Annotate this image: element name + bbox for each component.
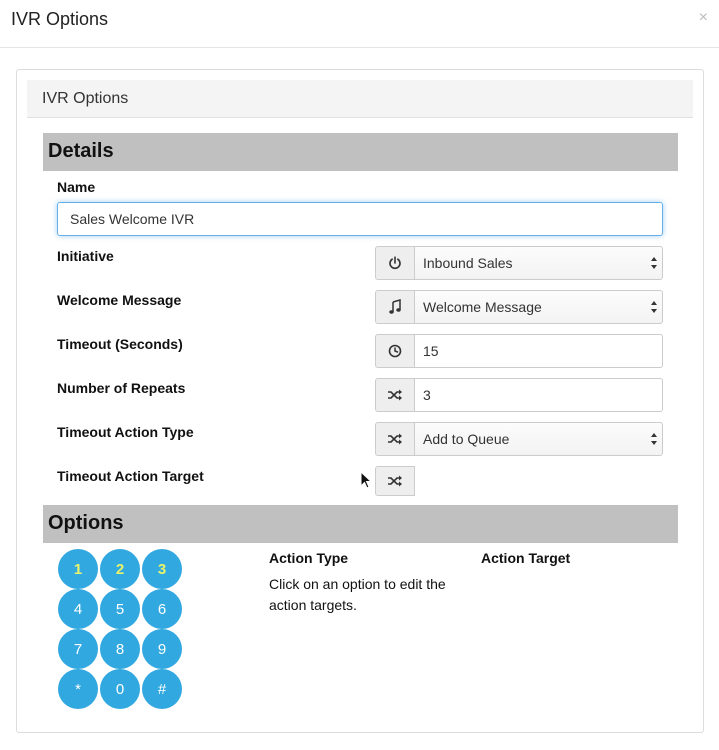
repeats-value: 3 <box>423 387 431 403</box>
modal-header: IVR Options × <box>0 0 719 48</box>
options-title: Options <box>48 512 124 534</box>
name-label: Name <box>57 179 96 195</box>
shuffle-icon <box>388 475 402 487</box>
action-type-addon <box>375 422 415 456</box>
keypad-key-4[interactable]: 4 <box>58 589 98 629</box>
welcome-addon <box>375 290 415 324</box>
keypad-key-star[interactable]: * <box>58 669 98 709</box>
timeout-action-type-value: Add to Queue <box>423 431 510 447</box>
repeats-label: Number of Repeats <box>57 380 186 396</box>
panel-heading: IVR Options <box>27 80 693 118</box>
initiative-value: Inbound Sales <box>423 255 513 271</box>
timeout-input[interactable]: 15 <box>414 334 663 368</box>
timeout-value: 15 <box>423 343 439 359</box>
music-note-icon <box>389 299 401 314</box>
keypad-key-9[interactable]: 9 <box>142 629 182 669</box>
timeout-action-type-label: Timeout Action Type <box>57 424 194 440</box>
action-target-header: Action Target <box>481 550 571 566</box>
select-arrows-icon <box>651 433 657 445</box>
ivr-keypad: 1 2 3 4 5 6 7 8 9 * 0 # <box>57 549 183 709</box>
timeout-addon <box>375 334 415 368</box>
welcome-message-select[interactable]: Welcome Message <box>414 290 663 324</box>
keypad-key-7[interactable]: 7 <box>58 629 98 669</box>
repeats-input[interactable]: 3 <box>414 378 663 412</box>
keypad-key-1[interactable]: 1 <box>58 549 98 589</box>
keypad-key-8[interactable]: 8 <box>100 629 140 669</box>
initiative-select[interactable]: Inbound Sales <box>414 246 663 280</box>
keypad-key-0[interactable]: 0 <box>100 669 140 709</box>
action-type-header: Action Type <box>269 550 349 566</box>
initiative-label: Initiative <box>57 248 114 264</box>
details-section-header: Details <box>43 133 678 171</box>
shuffle-icon <box>388 433 402 445</box>
keypad-key-3[interactable]: 3 <box>142 549 182 589</box>
select-arrows-icon <box>651 301 657 313</box>
options-help-text: Click on an option to edit the action ta… <box>269 576 446 613</box>
modal-title: IVR Options <box>11 9 109 29</box>
keypad-key-5[interactable]: 5 <box>100 589 140 629</box>
name-input[interactable]: Sales Welcome IVR <box>57 202 663 236</box>
initiative-addon <box>375 246 415 280</box>
clock-icon <box>388 344 402 358</box>
timeout-action-type-select[interactable]: Add to Queue <box>414 422 663 456</box>
keypad-key-6[interactable]: 6 <box>142 589 182 629</box>
mouse-cursor-icon <box>360 471 372 489</box>
keypad-key-hash[interactable]: # <box>142 669 182 709</box>
select-arrows-icon <box>651 257 657 269</box>
timeout-label: Timeout (Seconds) <box>57 336 183 352</box>
options-section-header: Options <box>43 505 678 543</box>
action-target-addon[interactable] <box>375 466 415 496</box>
repeats-addon <box>375 378 415 412</box>
welcome-message-label: Welcome Message <box>57 292 182 308</box>
timeout-action-target-label: Timeout Action Target <box>57 468 204 484</box>
power-icon <box>389 256 401 270</box>
shuffle-icon <box>388 389 402 401</box>
welcome-message-value: Welcome Message <box>423 299 542 315</box>
close-icon[interactable]: × <box>699 9 708 27</box>
details-title: Details <box>48 140 114 162</box>
keypad-key-2[interactable]: 2 <box>100 549 140 589</box>
panel-title: IVR Options <box>42 90 129 107</box>
